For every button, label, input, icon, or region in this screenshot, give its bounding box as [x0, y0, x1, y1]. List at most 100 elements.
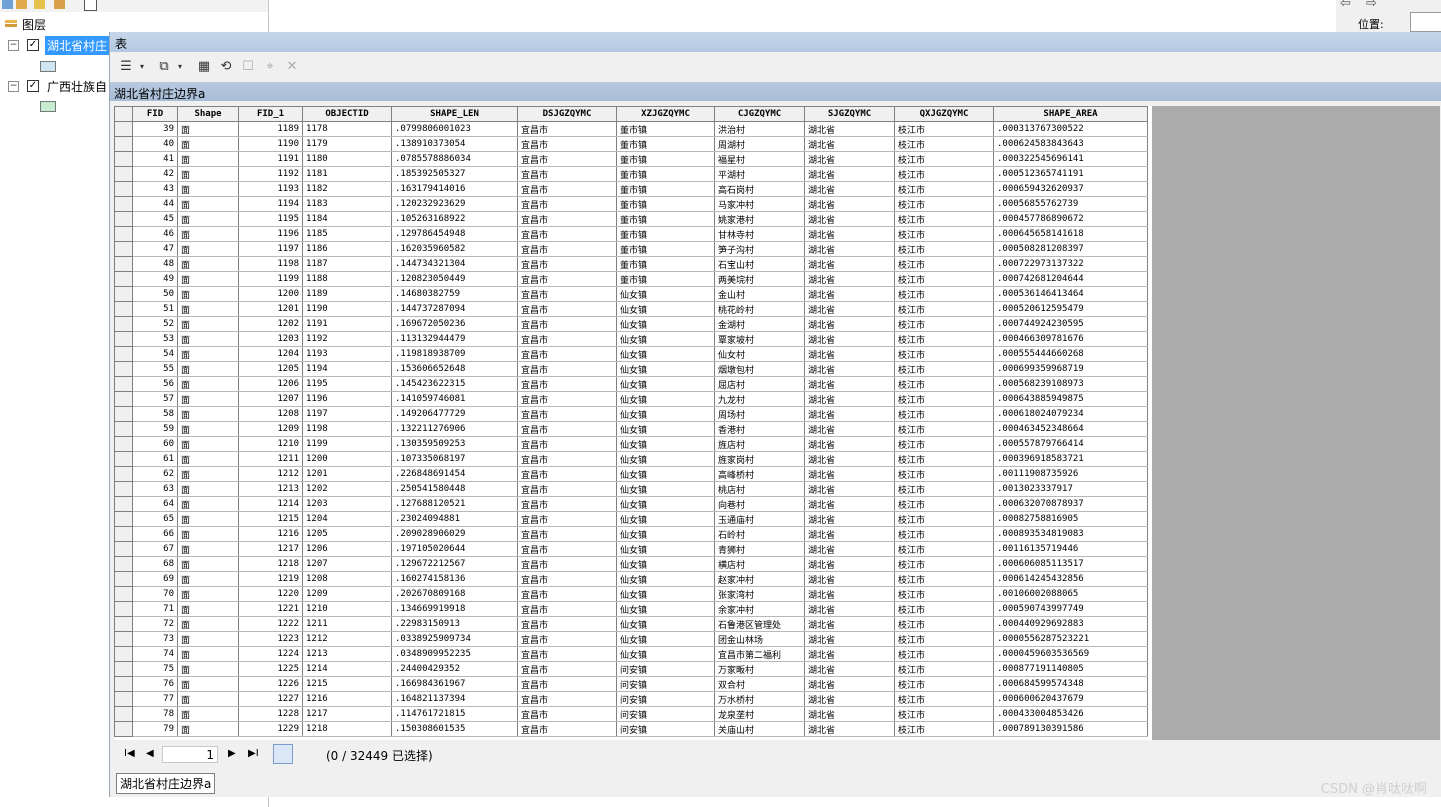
select-by-attributes-icon[interactable]: ▦	[196, 59, 212, 75]
table-cell[interactable]: 洪治村	[714, 121, 805, 137]
table-cell[interactable]: 仙女镇	[616, 391, 715, 407]
row-selector[interactable]	[114, 151, 133, 167]
table-cell[interactable]: 1202	[238, 316, 303, 332]
table-cell[interactable]: 湖北省	[804, 691, 895, 707]
row-selector[interactable]	[114, 601, 133, 617]
table-cell[interactable]: 枝江市	[894, 721, 994, 737]
table-cell[interactable]: 关庙山村	[714, 721, 805, 737]
table-cell[interactable]: 枝江市	[894, 181, 994, 197]
row-selector[interactable]	[114, 391, 133, 407]
collapse-icon[interactable]: −	[8, 80, 19, 92]
table-cell[interactable]: 高石岗村	[714, 181, 805, 197]
options-icon[interactable]	[84, 0, 97, 11]
table-cell[interactable]: 面	[177, 646, 239, 662]
table-cell[interactable]: 52	[132, 316, 178, 332]
table-cell[interactable]: 1200	[238, 286, 303, 302]
table-cell[interactable]: 1219	[238, 571, 303, 587]
table-cell[interactable]: .000440929692883	[993, 616, 1148, 632]
table-cell[interactable]: 宜昌市	[517, 166, 617, 182]
table-cell[interactable]: 1217	[238, 541, 303, 557]
table-cell[interactable]: 1210	[238, 436, 303, 452]
table-cell[interactable]: 1180	[302, 151, 392, 167]
row-selector[interactable]	[114, 376, 133, 392]
table-cell[interactable]: 万水桥村	[714, 691, 805, 707]
table-cell[interactable]: .000659432620937	[993, 181, 1148, 197]
table-cell[interactable]: 面	[177, 676, 239, 692]
table-cell[interactable]: 1206	[302, 541, 392, 557]
table-cell[interactable]: 48	[132, 256, 178, 272]
table-cell[interactable]: 石宝山村	[714, 256, 805, 272]
table-cell[interactable]: 湖北省	[804, 256, 895, 272]
table-cell[interactable]: 宜昌市	[517, 661, 617, 677]
table-cell[interactable]: 仙女镇	[616, 451, 715, 467]
table-row[interactable]: 60 面 1210 1199.130359509253 宜昌市 仙女镇 旌店村 湖北省 枝江市.…	[114, 436, 1148, 452]
table-cell[interactable]: .209028906029	[391, 526, 518, 542]
row-selector[interactable]	[114, 541, 133, 557]
table-cell[interactable]: 屈店村	[714, 376, 805, 392]
table-cell[interactable]: 56	[132, 376, 178, 392]
table-cell[interactable]: .0348909952235	[391, 646, 518, 662]
table-cell[interactable]: 湖北省	[804, 676, 895, 692]
table-cell[interactable]: 1227	[238, 691, 303, 707]
table-cell[interactable]: 旌店村	[714, 436, 805, 452]
table-cell[interactable]: 79	[132, 721, 178, 737]
table-row[interactable]: 67 面 1217 1206.197105020644 宜昌市 仙女镇 青狮村 湖北省 枝江市.…	[114, 541, 1148, 557]
table-row[interactable]: 74 面 1224 1213.0348909952235 宜昌市 仙女镇 宜昌市第二福利 湖北…	[114, 646, 1148, 662]
table-cell[interactable]: .000520612595479	[993, 301, 1148, 317]
table-cell[interactable]: 仙女镇	[616, 436, 715, 452]
table-cell[interactable]: .14680382759	[391, 286, 518, 302]
table-cell[interactable]: .250541580448	[391, 481, 518, 497]
table-cell[interactable]: 面	[177, 571, 239, 587]
table-cell[interactable]: .000877191140805	[993, 661, 1148, 677]
table-cell[interactable]: .130359509253	[391, 436, 518, 452]
table-cell[interactable]: 湖北省	[804, 721, 895, 737]
row-selector[interactable]	[114, 211, 133, 227]
clear-selection-icon[interactable]: ☐	[240, 59, 256, 75]
table-cell[interactable]: 59	[132, 421, 178, 437]
table-cell[interactable]: 1179	[302, 136, 392, 152]
table-cell[interactable]: 70	[132, 586, 178, 602]
column-header[interactable]: FID_1	[238, 106, 303, 122]
table-cell[interactable]: 宜昌市	[517, 556, 617, 572]
table-cell[interactable]: 1213	[302, 646, 392, 662]
table-cell[interactable]: 仙女镇	[616, 556, 715, 572]
table-cell[interactable]: 仙女镇	[616, 331, 715, 347]
table-cell[interactable]: .138910373054	[391, 136, 518, 152]
table-cell[interactable]: 1191	[302, 316, 392, 332]
table-cell[interactable]: 董市镇	[616, 196, 715, 212]
table-cell[interactable]: 面	[177, 526, 239, 542]
table-cell[interactable]: .226848691454	[391, 466, 518, 482]
table-cell[interactable]: 面	[177, 451, 239, 467]
table-row[interactable]: 50 面 1200 1189.14680382759 宜昌市 仙女镇 金山村 湖北省 枝江市 .0…	[114, 286, 1148, 302]
table-row[interactable]: 39 面 1189 1178.0799806001023 宜昌市 董市镇 洪治村 湖北省 枝江市…	[114, 121, 1148, 137]
table-cell[interactable]: 1189	[238, 121, 303, 137]
table-cell[interactable]: 宜昌市	[517, 241, 617, 257]
table-cell[interactable]: 董市镇	[616, 226, 715, 242]
location-field[interactable]	[1410, 12, 1441, 32]
record-number-input[interactable]: 1	[162, 746, 218, 763]
table-cell[interactable]: .000590743997749	[993, 601, 1148, 617]
table-cell[interactable]: .144734321304	[391, 256, 518, 272]
table-cell[interactable]: .000893534819083	[993, 526, 1148, 542]
table-cell[interactable]: 面	[177, 721, 239, 737]
table-cell[interactable]: .153606652648	[391, 361, 518, 377]
table-cell[interactable]: 湖北省	[804, 166, 895, 182]
table-cell[interactable]: 面	[177, 286, 239, 302]
table-cell[interactable]: 宜昌市	[517, 466, 617, 482]
table-cell[interactable]: 面	[177, 361, 239, 377]
table-cell[interactable]: .0000459603536569	[993, 646, 1148, 662]
table-cell[interactable]: .000643885949875	[993, 391, 1148, 407]
table-cell[interactable]: 枝江市	[894, 166, 994, 182]
table-cell[interactable]: 湖北省	[804, 271, 895, 287]
row-selector[interactable]	[114, 511, 133, 527]
table-cell[interactable]: 湖北省	[804, 496, 895, 512]
table-cell[interactable]: 49	[132, 271, 178, 287]
table-cell[interactable]: 1207	[302, 556, 392, 572]
table-row[interactable]: 63 面 1213 1202.250541580448 宜昌市 仙女镇 桃店村 湖北省 枝江市.…	[114, 481, 1148, 497]
table-cell[interactable]: 面	[177, 136, 239, 152]
row-selector[interactable]	[114, 436, 133, 452]
table-cell[interactable]: 团金山林场	[714, 631, 805, 647]
table-cell[interactable]: 仙女镇	[616, 466, 715, 482]
table-cell[interactable]: 董市镇	[616, 256, 715, 272]
zoom-to-selected-icon[interactable]: ⌖	[262, 59, 278, 75]
